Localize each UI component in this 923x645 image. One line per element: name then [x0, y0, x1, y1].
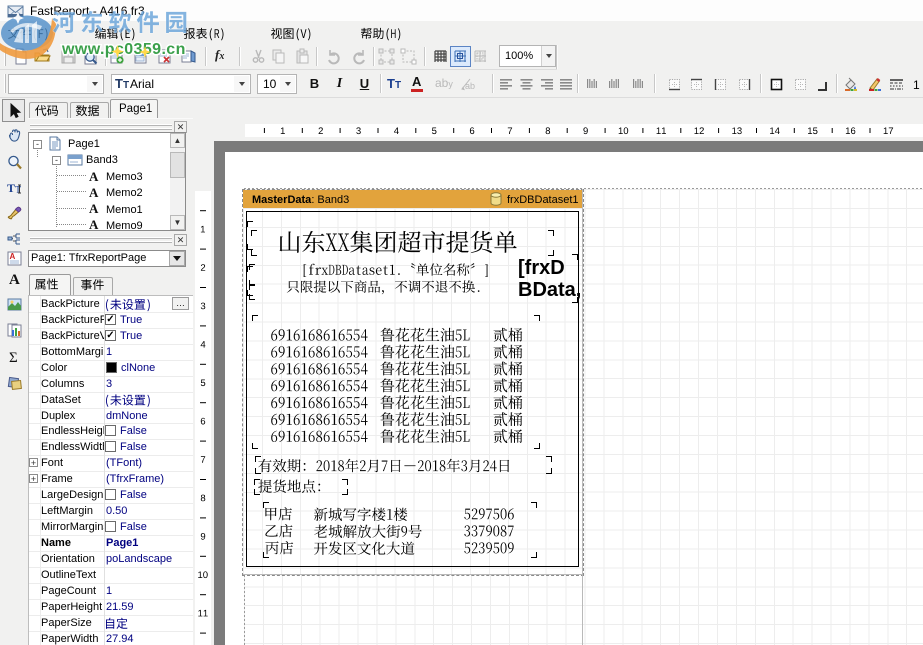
svg-text:T: T: [15, 185, 21, 196]
svg-text:Σ: Σ: [9, 350, 18, 365]
svg-text:T: T: [7, 181, 15, 195]
svg-text:ab: ab: [465, 81, 475, 91]
svg-text:A: A: [10, 252, 16, 261]
svg-text:A: A: [9, 272, 20, 287]
